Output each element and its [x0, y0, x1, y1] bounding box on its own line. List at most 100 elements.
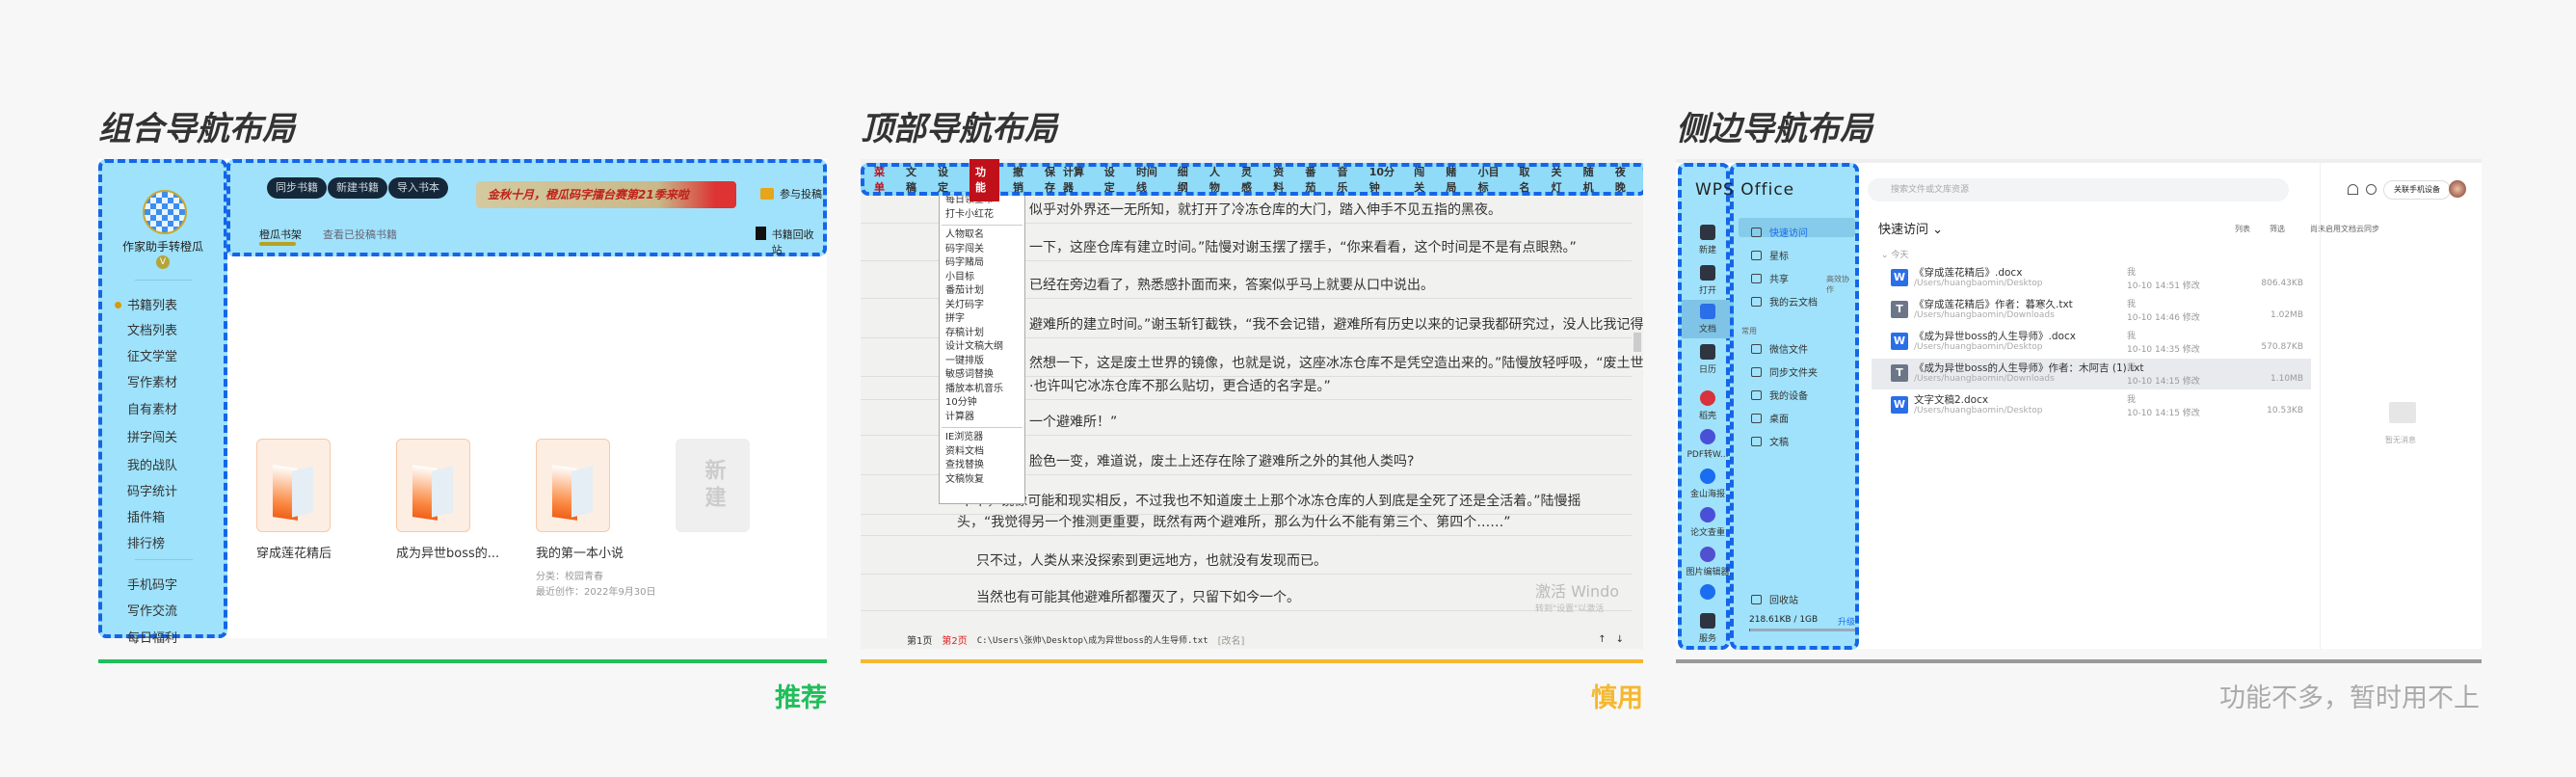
menu-item[interactable]: 播放本机音乐	[940, 383, 1024, 397]
toolbar-item[interactable]: 菜单	[874, 164, 892, 195]
contribute-link[interactable]: 参与投稿	[760, 186, 822, 201]
text-line[interactable]: 一个避难所！”	[1029, 412, 1117, 431]
arrow-down-icon[interactable]: ↓	[1616, 634, 1624, 645]
rail-item[interactable]: 图片编辑器	[1682, 547, 1734, 577]
menu-item[interactable]: 10分钟	[940, 396, 1024, 411]
menu-item[interactable]: 关灯码字	[940, 299, 1024, 313]
header-button[interactable]: 导入书本	[388, 177, 448, 199]
rail-item[interactable]: 打开	[1682, 265, 1734, 296]
sidebar-item[interactable]: 征文学堂	[127, 346, 177, 364]
sidebar-item[interactable]: 书籍列表	[115, 295, 177, 313]
sidebar-item[interactable]: 排行榜	[127, 533, 165, 551]
today-group[interactable]: ⌄ 今天	[1881, 248, 1908, 260]
toolbar-item[interactable]: 夜晚	[1615, 164, 1633, 195]
toolbar-item[interactable]: 文稿	[906, 164, 924, 195]
sidebar-item[interactable]: 文稿	[1751, 434, 1789, 448]
settings-icon[interactable]	[2366, 184, 2377, 195]
menu-item[interactable]: IE浏览器	[940, 431, 1024, 445]
toolbar-item[interactable]: 撤销	[1013, 164, 1031, 195]
menu-item[interactable]: 计算器	[940, 411, 1024, 425]
toolbar-item[interactable]: 音乐	[1338, 164, 1356, 195]
new-book-card[interactable]: 新建	[676, 439, 750, 532]
sidebar-item[interactable]: 每日福利	[127, 628, 177, 646]
toolbar-item[interactable]: 番茄	[1305, 164, 1323, 195]
upgrade-link[interactable]: 升级	[1838, 615, 1855, 628]
menu-item[interactable]: 码字闯关	[940, 243, 1024, 257]
headset-icon[interactable]	[2348, 184, 2358, 195]
rail-item[interactable]: 稻壳	[1682, 390, 1734, 421]
sidebar-item-recycle[interactable]: 回收站	[1751, 592, 1798, 606]
toolbar-item[interactable]: 小目标	[1478, 164, 1506, 195]
book-title[interactable]: 我的第一本小说	[536, 543, 624, 561]
tab-submitted-books[interactable]: 查看已投稿书籍	[323, 227, 397, 242]
sidebar-item[interactable]: 手机码字	[127, 575, 177, 593]
menu-item[interactable]: 查找替换	[940, 459, 1024, 473]
menu-item[interactable]: 存稿计划	[940, 327, 1024, 341]
rail-item[interactable]: 日历	[1682, 344, 1734, 375]
link-phone-button[interactable]: 关联手机设备	[2383, 180, 2451, 200]
text-line[interactable]: 已经在旁边看了，熟悉感扑面而来，答案似乎马上就要从口中说出。	[1029, 275, 1434, 294]
sidebar-item[interactable]: 我的云文档	[1751, 294, 1818, 308]
menu-item[interactable]: 人物取名	[940, 228, 1024, 243]
book-card[interactable]	[396, 439, 470, 532]
scrollbar[interactable]	[1633, 333, 1641, 352]
sidebar-item[interactable]: 我的战队	[127, 455, 177, 473]
page-1[interactable]: 第1页	[907, 632, 932, 647]
header-button[interactable]: 同步书籍	[267, 177, 327, 199]
text-line[interactable]: ·也许叫它冰冻仓库不那么贴切，更合适的名字是。”	[1029, 376, 1331, 395]
toolbar-item[interactable]: 10分钟	[1369, 164, 1401, 195]
text-line[interactable]: 然想一下，这是废土世界的镜像，也就是说，这座冰冻仓库不是凭空造出来的。”陆慢放轻…	[1029, 353, 1643, 372]
menu-item[interactable]: 拼字	[940, 312, 1024, 327]
file-row[interactable]: W 文字文稿2.docx/Users/huangbaomin/Desktop 我 10…	[1872, 390, 2311, 421]
toolbar-item[interactable]: 细纲	[1178, 164, 1196, 195]
sidebar-item[interactable]: 文档列表	[127, 320, 177, 338]
toolbar-item[interactable]: 功能	[969, 159, 999, 201]
sidebar-item[interactable]: 写作交流	[127, 601, 177, 619]
book-title[interactable]: 成为异世boss的...	[396, 543, 499, 561]
menu-item[interactable]: 资料文档	[940, 445, 1024, 460]
sidebar-item[interactable]: 同步文件夹	[1751, 364, 1818, 379]
view-list-button[interactable]: 列表	[2235, 224, 2250, 234]
book-card[interactable]	[256, 439, 331, 532]
sidebar-item[interactable]: 我的设备	[1751, 388, 1808, 402]
toolbar-item[interactable]: 赌局	[1446, 164, 1464, 195]
avatar[interactable]	[143, 190, 187, 234]
sidebar-item[interactable]: 码字统计	[127, 481, 177, 499]
sidebar-item[interactable]: 拼字闯关	[127, 427, 177, 445]
sidebar-item[interactable]: 微信文件	[1751, 341, 1808, 356]
sidebar-item[interactable]: 快速访问	[1751, 225, 1808, 239]
avatar[interactable]	[2449, 180, 2466, 198]
text-line[interactable]: 避难所的建立时间。”谢玉斩钉截铁，“我不会记错，避难所有历史以来的记录我都研究过…	[1029, 314, 1643, 334]
recycle-link[interactable]: 书籍回收站	[756, 227, 823, 257]
rail-item[interactable]: 文档	[1682, 300, 1734, 338]
text-line[interactable]: 脸色一变，难道说，废土上还存在除了避难所之外的其他人类吗?	[1029, 451, 1414, 470]
arrow-up-icon[interactable]: ↑	[1598, 634, 1606, 645]
toolbar-item[interactable]: 关灯	[1552, 164, 1570, 195]
file-row[interactable]: T 《成为异世boss的人生导师》作者：木阿吉 (1).txt/Users/hua…	[1872, 359, 2311, 389]
rail-item[interactable]: 金山海报	[1682, 469, 1734, 499]
rail-item[interactable]: PDF转W...	[1682, 429, 1734, 460]
sidebar-item[interactable]: 插件箱	[127, 507, 165, 525]
menu-item[interactable]: 设计文稿大纲	[940, 340, 1024, 355]
filter-button[interactable]: 筛选	[2270, 224, 2285, 234]
toolbar-item[interactable]: 资料	[1273, 164, 1291, 195]
toolbar-item[interactable]: 计算器	[1063, 164, 1091, 195]
toolbar-item[interactable]: 设定	[938, 164, 956, 195]
menu-item[interactable]: 打卡小红花	[940, 208, 1024, 223]
text-line[interactable]: 当然也有可能其他避难所都覆灭了，只留下如今一个。	[976, 587, 1300, 606]
search-input[interactable]: 搜索文件或文库资源	[1868, 178, 2289, 201]
rail-item[interactable]: 论文查重	[1682, 507, 1734, 538]
toolbar-item[interactable]: 随机	[1583, 164, 1602, 195]
book-title[interactable]: 穿成莲花精后	[256, 543, 332, 561]
book-card[interactable]	[536, 439, 610, 532]
toolbar-item[interactable]: 灵感	[1241, 164, 1260, 195]
sidebar-item[interactable]: 自有素材	[127, 399, 177, 417]
sidebar-item[interactable]: 桌面	[1751, 411, 1789, 425]
sidebar-item[interactable]: 共享	[1751, 271, 1789, 285]
menu-item[interactable]: 敏感词替换	[940, 368, 1024, 383]
text-line[interactable]: 似乎对外界还一无所知，就打开了冷冻仓库的大门，踏入伸手不见五指的黑夜。	[1029, 200, 1501, 219]
rename-link[interactable]: [改名]	[1218, 632, 1245, 647]
page-2[interactable]: 第2页	[942, 632, 967, 647]
toolbar-item[interactable]: 设定	[1104, 164, 1123, 195]
file-row[interactable]: T 《穿成莲花精后》作者：暮寒久.txt/Users/huangbaomin/Do…	[1872, 295, 2311, 326]
